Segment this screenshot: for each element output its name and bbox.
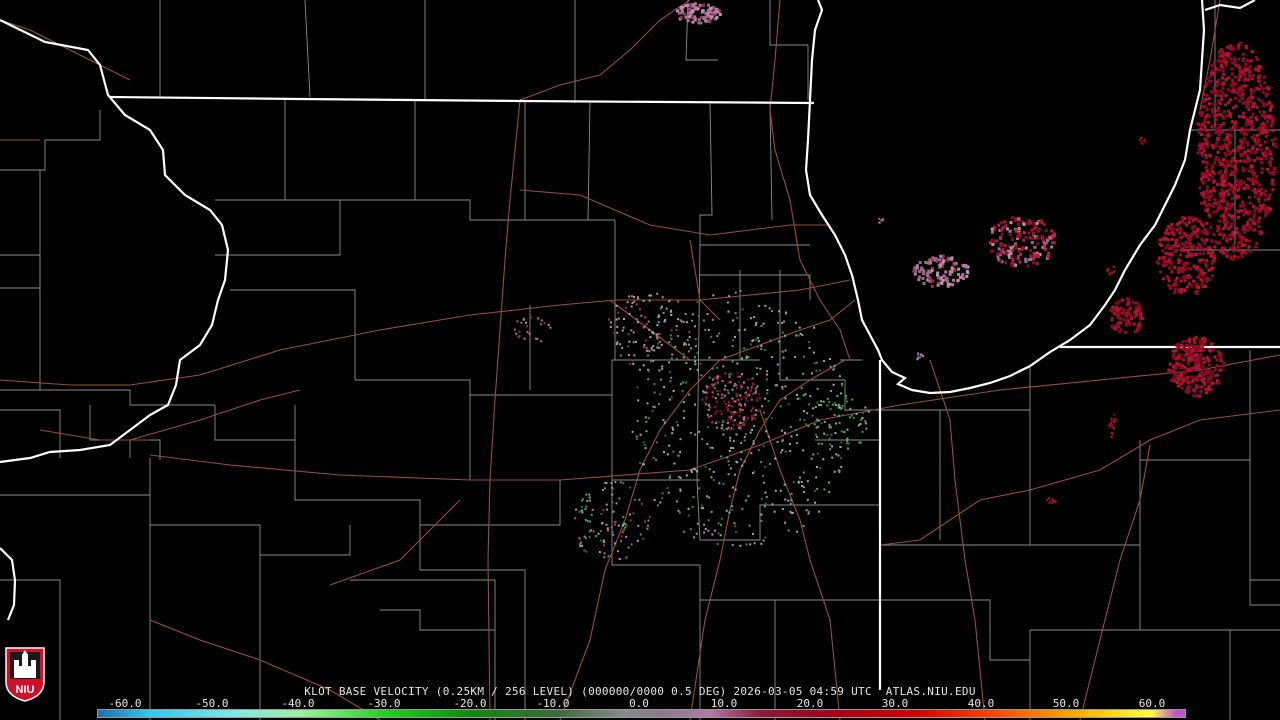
velocity-colorbar (97, 709, 1186, 718)
niu-logo-text: NIU (16, 684, 35, 696)
radar-map (0, 0, 1280, 720)
niu-logo: NIU (5, 647, 45, 702)
colorbar-tick-labels: -60.0 -50.0 -40.0 -30.0 -20.0 -10.0 0.0 … (0, 697, 1280, 710)
